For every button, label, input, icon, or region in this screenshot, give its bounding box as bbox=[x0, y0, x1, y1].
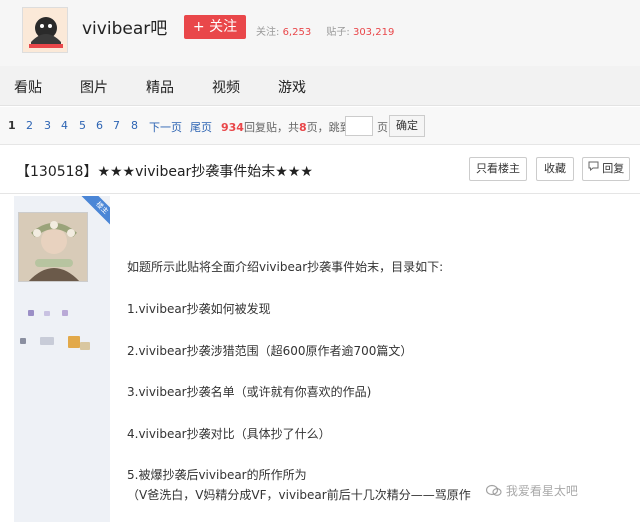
level-mark bbox=[28, 310, 34, 316]
level-mark bbox=[62, 310, 68, 316]
forum-name[interactable]: vivibear吧 bbox=[82, 14, 167, 39]
page-link[interactable]: 5 bbox=[79, 119, 86, 132]
last-page-link[interactable]: 尾页 bbox=[190, 119, 212, 135]
followers-label: 关注: bbox=[256, 27, 280, 38]
jump-page-input[interactable] bbox=[345, 116, 373, 136]
forum-stats: 关注: 6,253 贴子: 303,219 bbox=[256, 23, 406, 38]
follow-button[interactable]: + 关注 bbox=[184, 15, 246, 39]
posts-count: 303,219 bbox=[352, 27, 395, 38]
post-line: 如题所示此贴将全面介绍vivibear抄袭事件始末，目录如下: bbox=[127, 260, 444, 274]
page-link[interactable]: 2 bbox=[26, 119, 33, 132]
post-line: 4.vivibear抄袭对比（具体抄了什么） bbox=[127, 427, 331, 441]
badge-mark bbox=[68, 336, 80, 348]
page-link[interactable]: 6 bbox=[96, 119, 103, 132]
avatar-image bbox=[19, 213, 87, 281]
thread-title-bar: 【130518】★★★vivibear抄袭事件始末★★★ 只看楼主 收藏 回复 bbox=[0, 146, 640, 194]
forum-logo-image bbox=[23, 8, 67, 52]
only-op-button[interactable]: 只看楼主 bbox=[469, 157, 527, 181]
comment-icon bbox=[588, 157, 599, 179]
badge-mark bbox=[20, 338, 26, 344]
post-line: 5.被爆抄袭后vivibear的所作所为 bbox=[127, 468, 307, 482]
favorite-button[interactable]: 收藏 bbox=[536, 157, 574, 181]
forum-header: vivibear吧 + 关注 关注: 6,253 贴子: 303,219 bbox=[0, 0, 640, 66]
op-badge: 楼主 bbox=[80, 196, 110, 226]
reply-text: 回复贴，共 bbox=[243, 121, 299, 134]
reply-count: 934 bbox=[221, 121, 244, 134]
post-line: （V爸洗白，V妈精分成VF，vivibear前后十几次精分——骂原作 bbox=[127, 488, 471, 502]
next-page-link[interactable]: 下一页 bbox=[149, 119, 182, 135]
op-badge-label: 楼主 bbox=[80, 196, 110, 226]
tab-videos[interactable]: 视频 bbox=[212, 77, 240, 97]
watermark: 我爱看星太吧 bbox=[485, 482, 578, 500]
followers-count: 6,253 bbox=[282, 27, 312, 38]
reply-button[interactable]: 回复 bbox=[582, 157, 630, 181]
jump-unit: 页 bbox=[377, 121, 388, 134]
author-avatar[interactable] bbox=[18, 212, 88, 282]
post-line: 2.vivibear抄袭涉猎范围（超600原作者逾700篇文） bbox=[127, 344, 413, 358]
wechat-icon bbox=[485, 484, 502, 500]
page-unit: 页， bbox=[306, 121, 329, 134]
page-link-current: 1 bbox=[8, 119, 16, 132]
post-line: 1.vivibear抄袭如何被发现 bbox=[127, 302, 271, 316]
reply-summary: 934回复贴，共8页，跳到 bbox=[221, 119, 351, 135]
jump-confirm-button[interactable]: 确定 bbox=[389, 115, 425, 137]
badge-mark bbox=[80, 342, 90, 350]
page-link[interactable]: 3 bbox=[44, 119, 51, 132]
tab-images[interactable]: 图片 bbox=[80, 77, 108, 97]
total-pages: 8 bbox=[298, 121, 307, 134]
badge-mark bbox=[40, 337, 54, 345]
watermark-text: 我爱看星太吧 bbox=[505, 484, 578, 498]
post-line: 3.vivibear抄袭名单（或许就有你喜欢的作品) bbox=[127, 385, 372, 399]
pagination-bar: 1 2 3 4 5 6 7 8 下一页 尾页 934回复贴，共8页，跳到 页 bbox=[0, 107, 640, 145]
reply-label: 回复 bbox=[602, 162, 625, 175]
forum-logo[interactable] bbox=[22, 7, 68, 53]
thread-title: 【130518】★★★vivibear抄袭事件始末★★★ bbox=[16, 164, 313, 180]
forum-nav: 看贴 图片 精品 视频 游戏 bbox=[0, 66, 640, 106]
page-link[interactable]: 7 bbox=[113, 119, 120, 132]
tab-posts[interactable]: 看贴 bbox=[14, 77, 42, 97]
page-link[interactable]: 8 bbox=[131, 119, 138, 132]
level-mark bbox=[44, 311, 50, 316]
tab-featured[interactable]: 精品 bbox=[146, 77, 174, 97]
page-link[interactable]: 4 bbox=[61, 119, 68, 132]
posts-label: 贴子: bbox=[326, 27, 350, 38]
tab-games[interactable]: 游戏 bbox=[278, 77, 306, 97]
